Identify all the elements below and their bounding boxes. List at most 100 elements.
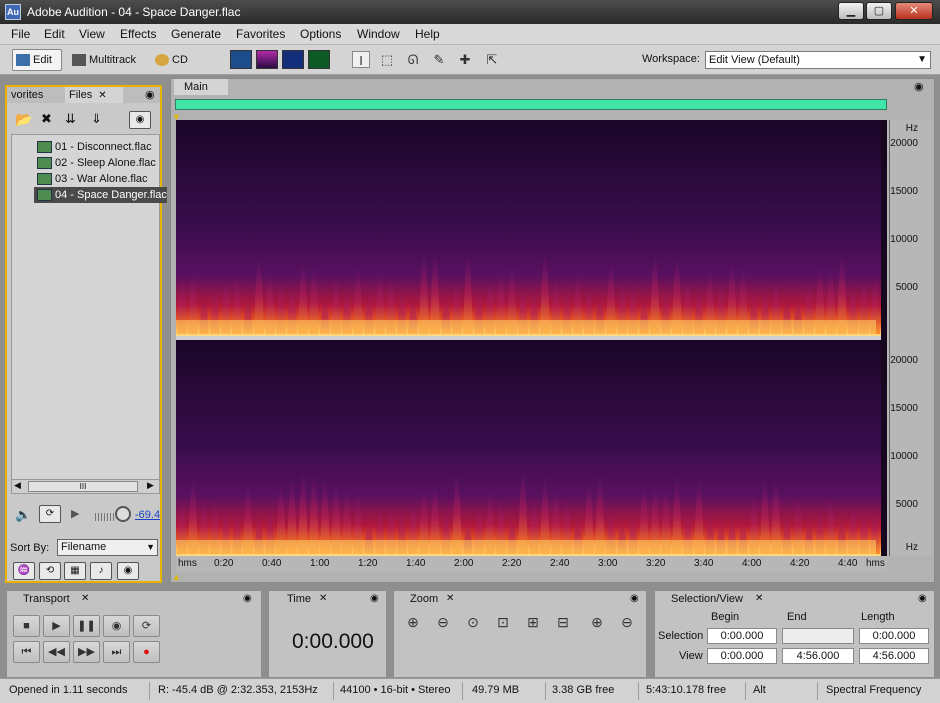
- lasso-tool-icon[interactable]: ᘏ: [404, 51, 422, 68]
- status-view: Spectral Frequency: [826, 684, 922, 696]
- app-icon: Au: [5, 4, 21, 20]
- time-tick: 3:20: [646, 558, 666, 569]
- midi-filter-icon[interactable]: ♪: [90, 562, 112, 580]
- zoom-out-vertical-icon[interactable]: ⊖: [617, 614, 637, 634]
- selection-label: Selection: [658, 630, 704, 642]
- rewind-button[interactable]: ◀◀: [43, 641, 70, 663]
- close-button[interactable]: ✕: [895, 2, 933, 20]
- record-button[interactable]: ●: [133, 641, 160, 663]
- hz-tick: 10000: [890, 234, 918, 245]
- close-icon[interactable]: ✕: [319, 593, 327, 604]
- show-options-icon[interactable]: ◉: [129, 111, 151, 129]
- menu-help[interactable]: Help: [415, 27, 440, 41]
- panel-menu-icon[interactable]: ◉: [243, 593, 252, 604]
- spectral-display[interactable]: [176, 120, 887, 556]
- time-selection-tool-icon[interactable]: I: [352, 51, 370, 68]
- pan-display-button[interactable]: [282, 50, 304, 69]
- loop-button[interactable]: ⟳: [39, 505, 61, 523]
- view-end-field[interactable]: 4:56.000: [782, 648, 854, 664]
- list-item[interactable]: 03 - War Alone.flac: [34, 171, 148, 187]
- maximize-button[interactable]: ▢: [866, 2, 892, 20]
- loop-filter-icon[interactable]: ⟲: [39, 562, 61, 580]
- close-icon[interactable]: ✕: [81, 593, 89, 604]
- multitrack-view-button[interactable]: Multitrack: [68, 49, 144, 71]
- list-item[interactable]: 02 - Sleep Alone.flac: [34, 155, 156, 171]
- play-to-end-button[interactable]: ◉: [103, 615, 130, 637]
- panel-menu-icon[interactable]: ◉: [914, 80, 924, 93]
- speaker-icon[interactable]: 🔈: [15, 507, 31, 523]
- play-icon[interactable]: ▶: [71, 507, 79, 520]
- scroll-thumb[interactable]: III: [28, 481, 138, 492]
- zoom-in-vertical-icon[interactable]: ⊕: [587, 614, 607, 634]
- list-item-selected[interactable]: 04 - Space Danger.flac: [34, 187, 167, 203]
- insert-cd-icon[interactable]: ⇓: [91, 111, 102, 127]
- spectral-display-button[interactable]: [256, 50, 278, 69]
- horizontal-scrollbar[interactable]: ◀ III ▶: [12, 479, 159, 493]
- scroll-right-icon[interactable]: ▶: [147, 480, 154, 491]
- menu-effects[interactable]: Effects: [120, 27, 156, 41]
- selection-begin-field[interactable]: 0:00.000: [707, 628, 777, 644]
- menu-favorites[interactable]: Favorites: [236, 27, 285, 41]
- hybrid-tool-icon[interactable]: ⇱: [483, 51, 501, 68]
- sort-select[interactable]: Filename ▼: [57, 539, 158, 556]
- panel-menu-icon[interactable]: ◉: [370, 593, 379, 604]
- selection-end-field[interactable]: [782, 628, 854, 644]
- open-file-icon[interactable]: 📂: [15, 111, 32, 128]
- zoom-out-horizontal-icon[interactable]: ⊖: [433, 614, 453, 634]
- volume-knob[interactable]: [115, 506, 131, 522]
- menu-bar: File Edit View Effects Generate Favorite…: [0, 24, 940, 45]
- menu-view[interactable]: View: [79, 27, 105, 41]
- go-to-end-button[interactable]: ⏭: [103, 641, 130, 663]
- selection-length-field[interactable]: 0:00.000: [859, 628, 929, 644]
- stop-button[interactable]: ■: [13, 615, 40, 637]
- close-icon[interactable]: ✕: [446, 593, 454, 604]
- marquee-tool-icon[interactable]: ⬚: [378, 51, 396, 68]
- close-file-icon[interactable]: ✖: [41, 111, 52, 127]
- menu-options[interactable]: Options: [300, 27, 341, 41]
- go-to-start-button[interactable]: ⏮: [13, 641, 40, 663]
- video-filter-icon[interactable]: ▦: [64, 562, 86, 580]
- zoom-right-edge-icon[interactable]: ⊟: [553, 614, 573, 634]
- phase-display-button[interactable]: [308, 50, 330, 69]
- show-filter-icon[interactable]: ◉: [117, 562, 139, 580]
- close-icon[interactable]: ✕: [98, 90, 106, 101]
- status-format: 44100 • 16-bit • Stereo: [340, 684, 451, 696]
- insert-multitrack-icon[interactable]: ⇊: [65, 111, 76, 127]
- tab-favorites[interactable]: vorites: [7, 87, 47, 103]
- loop-button[interactable]: ⟳: [133, 615, 160, 637]
- audio-file-icon: [37, 157, 52, 169]
- waveform-display-button[interactable]: [230, 50, 252, 69]
- audio-filter-icon[interactable]: ♒: [13, 562, 35, 580]
- menu-file[interactable]: File: [11, 27, 30, 41]
- panel-menu-icon[interactable]: ◉: [145, 88, 155, 101]
- playhead-bottom-icon[interactable]: ▲: [172, 572, 181, 582]
- tab-main[interactable]: Main: [174, 79, 228, 95]
- zoom-out-full-icon[interactable]: ⊙: [463, 614, 483, 634]
- list-item[interactable]: 01 - Disconnect.flac: [34, 139, 152, 155]
- fast-forward-button[interactable]: ▶▶: [73, 641, 100, 663]
- menu-generate[interactable]: Generate: [171, 27, 221, 41]
- panel-menu-icon[interactable]: ◉: [918, 593, 927, 604]
- healing-tool-icon[interactable]: ✚: [456, 51, 474, 68]
- tab-files[interactable]: Files ✕: [65, 87, 123, 103]
- panel-menu-icon[interactable]: ◉: [630, 593, 639, 604]
- minimize-button[interactable]: ▁: [838, 2, 864, 20]
- view-begin-field[interactable]: 0:00.000: [707, 648, 777, 664]
- close-icon[interactable]: ✕: [755, 593, 763, 604]
- pause-button[interactable]: ❚❚: [73, 615, 100, 637]
- play-button[interactable]: ▶: [43, 615, 70, 637]
- edit-view-button[interactable]: Edit: [12, 49, 62, 71]
- menu-window[interactable]: Window: [357, 27, 400, 41]
- scroll-left-icon[interactable]: ◀: [14, 480, 21, 491]
- overview-bar[interactable]: [175, 99, 887, 110]
- view-length-field[interactable]: 4:56.000: [859, 648, 929, 664]
- workspace-select[interactable]: Edit View (Default) ▼: [705, 51, 931, 69]
- zoom-in-horizontal-icon[interactable]: ⊕: [403, 614, 423, 634]
- menu-edit[interactable]: Edit: [44, 27, 65, 41]
- cd-view-button[interactable]: CD: [151, 49, 196, 71]
- zoom-selection-icon[interactable]: ⊡: [493, 614, 513, 634]
- volume-value[interactable]: -69.4: [135, 509, 160, 521]
- brush-tool-icon[interactable]: ✎: [430, 51, 448, 68]
- low-frequency-band: [176, 540, 876, 554]
- zoom-left-edge-icon[interactable]: ⊞: [523, 614, 543, 634]
